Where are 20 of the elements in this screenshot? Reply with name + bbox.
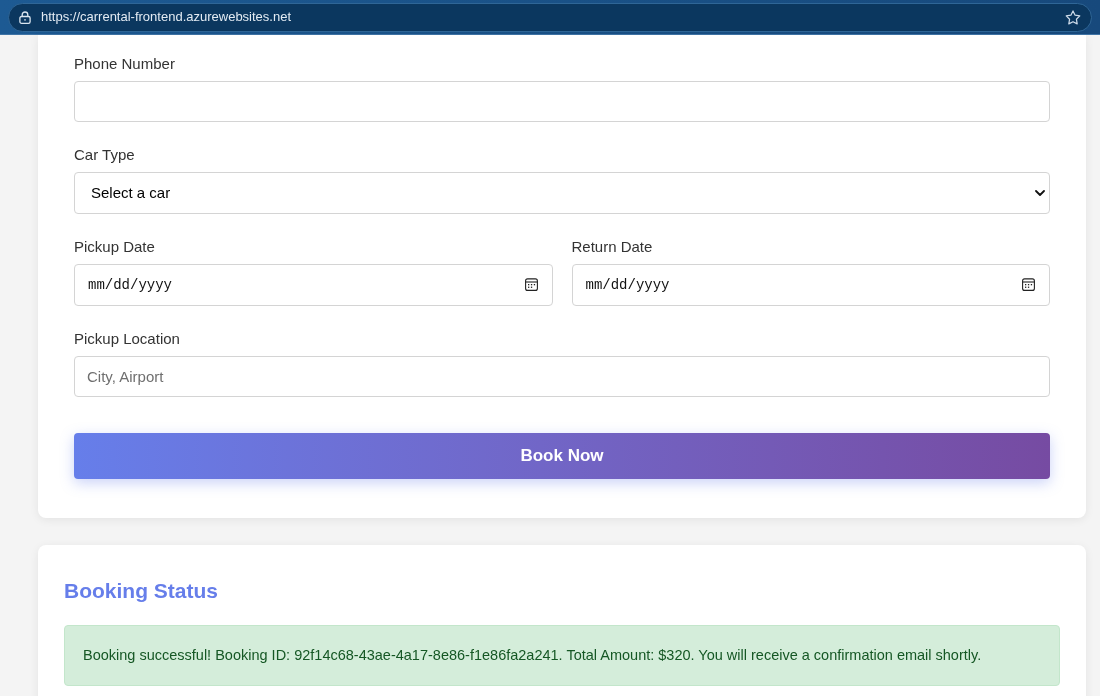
field-label: Phone Number	[74, 55, 175, 73]
field-label: Pickup Date	[74, 238, 155, 256]
book-now-button[interactable]: Book Now	[74, 433, 1050, 479]
section-heading: Booking Status	[64, 578, 218, 604]
calendar-icon[interactable]	[524, 278, 538, 291]
date-input-field[interactable]: mm/dd/yyyy	[74, 264, 553, 306]
url-field[interactable]: https://carrental-frontend.azurewebsites.net	[8, 2, 1092, 32]
field-label: Return Date	[571, 238, 653, 256]
calendar-icon[interactable]	[1022, 278, 1035, 291]
chevron-down-icon	[1035, 190, 1045, 196]
alert-message: Booking successful! Booking ID: 92f14c68-43ae-4a17-8e86-f1e86fa2a241. Total Amount: $320. You will receive a confirmation email shortly.	[83, 645, 982, 665]
date-input-field[interactable]: mm/dd/yyyy	[571, 264, 1050, 306]
select-dropdown[interactable]: Select a car	[74, 172, 1050, 214]
text-input-field[interactable]: City, Airport	[74, 356, 1050, 397]
field-label: Car Type	[74, 146, 135, 164]
lock-icon[interactable]	[19, 10, 31, 24]
star-icon[interactable]	[1065, 9, 1081, 25]
url-text: https://carrental-frontend.azurewebsites.net	[41, 8, 293, 27]
text-input-field[interactable]	[74, 81, 1050, 122]
field-label: Pickup Location	[74, 330, 180, 348]
